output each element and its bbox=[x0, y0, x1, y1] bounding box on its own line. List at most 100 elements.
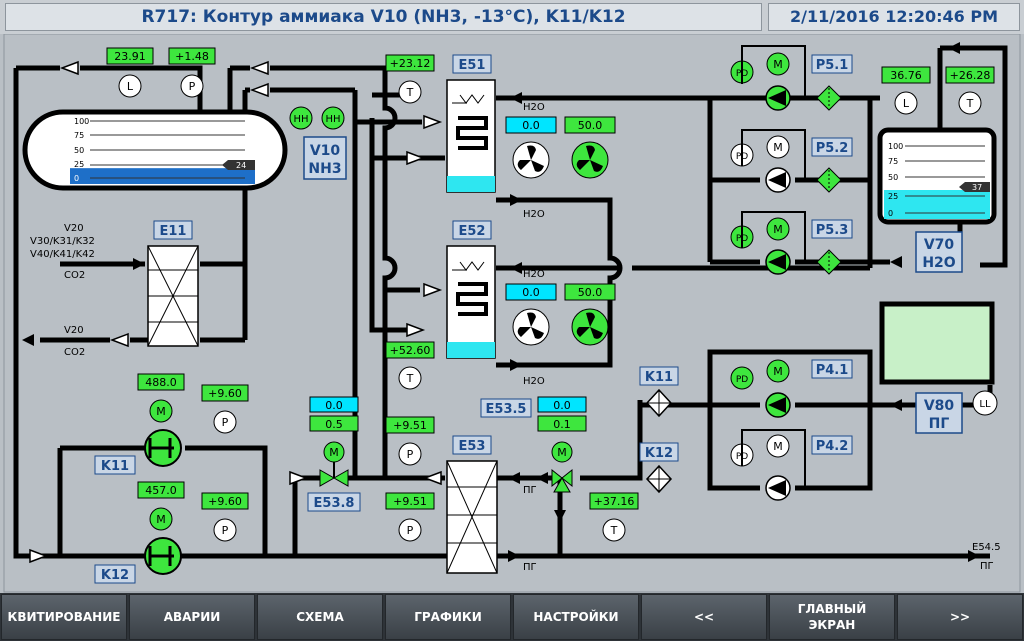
svg-text:P4.1: P4.1 bbox=[816, 363, 849, 378]
label-v10[interactable]: V10 NH3 bbox=[303, 136, 347, 180]
nav-button-acknowledge[interactable]: КВИТИРОВАНИЕ bbox=[1, 594, 127, 640]
temperature-icon: T bbox=[406, 372, 414, 385]
nav-button-next[interactable]: >> bbox=[897, 594, 1023, 640]
v70-level-readout: 37 bbox=[972, 183, 982, 192]
svg-text:K12: K12 bbox=[101, 568, 129, 583]
v10-scale-50: 50 bbox=[74, 146, 84, 155]
tank-v80[interactable] bbox=[879, 301, 995, 385]
nav-button-scheme[interactable]: СХЕМА bbox=[257, 594, 383, 640]
v10-scale-100: 100 bbox=[74, 117, 89, 126]
tank-v70[interactable]: 100 75 50 25 0 37 bbox=[877, 127, 997, 225]
svg-text:0.5: 0.5 bbox=[325, 418, 343, 431]
svg-text:+23.12: +23.12 bbox=[390, 57, 431, 70]
svg-text:K11: K11 bbox=[101, 459, 129, 474]
pd-icon: PD bbox=[736, 375, 748, 385]
hh-alarm-icon: HH bbox=[293, 114, 308, 125]
svg-text:ПГ: ПГ bbox=[980, 561, 994, 572]
svg-text:V80: V80 bbox=[924, 398, 955, 414]
label-e538[interactable]: E53.8 bbox=[307, 492, 361, 512]
label-k12[interactable]: K12 bbox=[94, 564, 136, 584]
svg-text:457.0: 457.0 bbox=[145, 484, 177, 497]
svg-text:23.91: 23.91 bbox=[114, 50, 146, 63]
svg-text:ПГ: ПГ bbox=[929, 416, 950, 432]
svg-text:+9.51: +9.51 bbox=[393, 495, 427, 508]
nav-button-settings[interactable]: НАСТРОЙКИ bbox=[513, 594, 639, 640]
sensor-v80-level[interactable]: LL bbox=[972, 390, 998, 416]
e52-water-label: H2O bbox=[523, 269, 545, 280]
svg-text:+9.60: +9.60 bbox=[208, 387, 242, 400]
fan-icon[interactable] bbox=[571, 308, 609, 346]
motor-icon: M bbox=[329, 446, 339, 459]
svg-text:CO2: CO2 bbox=[64, 347, 85, 358]
label-k11[interactable]: K11 bbox=[94, 455, 136, 475]
hh-alarm-icon: HH bbox=[325, 114, 340, 125]
svg-text:E54.5: E54.5 bbox=[972, 542, 1001, 553]
svg-text:CO2: CO2 bbox=[64, 270, 85, 281]
v70-scale-75: 75 bbox=[888, 157, 898, 166]
motor-icon: M bbox=[773, 440, 783, 453]
svg-text:V40/K41/K42: V40/K41/K42 bbox=[30, 249, 95, 260]
label-k12-valve[interactable]: K12 bbox=[639, 442, 679, 462]
motor-icon: M bbox=[156, 513, 166, 526]
process-scheme: 100 75 50 25 0 24 HH HH V10 NH3 23.91 L … bbox=[3, 34, 1021, 593]
svg-text:0.0: 0.0 bbox=[553, 399, 571, 412]
datetime-display: 2/11/2016 12:20:46 PM bbox=[768, 3, 1020, 31]
svg-text:E53: E53 bbox=[459, 439, 486, 454]
svg-text:P5.1: P5.1 bbox=[816, 58, 849, 73]
pressure-icon: P bbox=[222, 416, 229, 429]
motor-icon: M bbox=[156, 405, 166, 418]
temperature-icon: T bbox=[966, 97, 974, 110]
pressure-icon: P bbox=[407, 524, 414, 537]
v10-level-readout: 24 bbox=[236, 161, 246, 170]
pg-label: ПГ bbox=[523, 485, 537, 496]
fan-icon[interactable] bbox=[512, 141, 550, 179]
temperature-icon: T bbox=[610, 524, 618, 537]
pump-k12-icon[interactable] bbox=[144, 537, 182, 575]
bottom-navigation: КВИТИРОВАНИЕ АВАРИИ СХЕМА ГРАФИКИ НАСТРО… bbox=[0, 593, 1024, 641]
label-v70[interactable]: V70 H2O bbox=[915, 231, 963, 273]
svg-text:0.0: 0.0 bbox=[522, 119, 540, 132]
svg-text:H2O: H2O bbox=[922, 255, 955, 271]
pressure-icon: P bbox=[189, 80, 196, 93]
nav-button-graphs[interactable]: ГРАФИКИ bbox=[385, 594, 511, 640]
label-v80[interactable]: V80 ПГ bbox=[915, 392, 963, 434]
nav-button-alarms[interactable]: АВАРИИ bbox=[129, 594, 255, 640]
svg-text:P5.3: P5.3 bbox=[816, 223, 849, 238]
svg-text:+37.16: +37.16 bbox=[594, 495, 635, 508]
label-k11-valve[interactable]: K11 bbox=[639, 366, 679, 386]
pump-k11-icon[interactable] bbox=[144, 429, 182, 467]
nav-button-main-screen[interactable]: ГЛАВНЫЙ ЭКРАН bbox=[769, 594, 895, 640]
svg-text:0.0: 0.0 bbox=[325, 399, 343, 412]
svg-text:+1.48: +1.48 bbox=[175, 50, 209, 63]
svg-text:0.0: 0.0 bbox=[522, 286, 540, 299]
svg-text:E53.5: E53.5 bbox=[486, 402, 527, 417]
svg-text:E52: E52 bbox=[459, 224, 486, 239]
tank-v10[interactable]: 100 75 50 25 0 24 bbox=[22, 109, 288, 191]
fan-icon[interactable] bbox=[512, 308, 550, 346]
svg-text:50.0: 50.0 bbox=[578, 286, 603, 299]
tank-v10-level-fill bbox=[70, 168, 255, 184]
motor-icon: M bbox=[557, 446, 567, 459]
svg-text:50.0: 50.0 bbox=[578, 119, 603, 132]
v10-scale-75: 75 bbox=[74, 131, 84, 140]
nav-button-previous[interactable]: << bbox=[641, 594, 767, 640]
svg-text:K11: K11 bbox=[645, 370, 673, 385]
tank-v70-level-fill bbox=[884, 190, 990, 219]
svg-text:E11: E11 bbox=[160, 224, 187, 239]
v70-scale-25: 25 bbox=[888, 192, 898, 201]
e51-water-label: H2O bbox=[523, 102, 545, 113]
svg-text:V20: V20 bbox=[64, 223, 84, 234]
svg-text:0.1: 0.1 bbox=[553, 418, 571, 431]
svg-text:P5.2: P5.2 bbox=[816, 141, 849, 156]
label-e535[interactable]: E53.5 bbox=[480, 398, 532, 418]
fan-icon[interactable] bbox=[571, 141, 609, 179]
motor-icon: M bbox=[773, 58, 783, 71]
temperature-icon: T bbox=[406, 86, 414, 99]
v10-scale-0: 0 bbox=[74, 174, 79, 183]
svg-text:488.0: 488.0 bbox=[145, 376, 177, 389]
motor-icon: M bbox=[773, 223, 783, 236]
svg-text:V30/K31/K32: V30/K31/K32 bbox=[30, 236, 95, 247]
motor-icon: M bbox=[773, 141, 783, 154]
pressure-icon: P bbox=[222, 524, 229, 537]
svg-text:V20: V20 bbox=[64, 325, 84, 336]
